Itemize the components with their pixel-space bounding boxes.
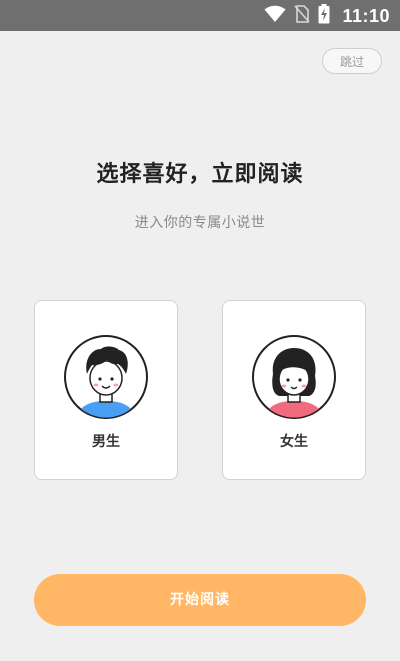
girl-avatar-icon bbox=[251, 334, 337, 420]
battery-charging-icon bbox=[318, 4, 330, 28]
start-reading-button[interactable]: 开始阅读 bbox=[34, 574, 366, 626]
boy-avatar-icon bbox=[63, 334, 149, 420]
gender-card-female[interactable]: 女生 bbox=[222, 300, 366, 480]
gender-label-male: 男生 bbox=[92, 434, 120, 450]
status-icons: 11:10 bbox=[264, 4, 390, 28]
wifi-icon bbox=[264, 5, 286, 27]
no-sim-icon bbox=[294, 5, 311, 27]
skip-button[interactable]: 跳过 bbox=[322, 48, 382, 74]
page-title: 选择喜好，立即阅读 bbox=[96, 162, 304, 187]
status-time: 11:10 bbox=[342, 5, 390, 26]
gender-label-female: 女生 bbox=[280, 434, 308, 450]
status-bar: 11:10 bbox=[0, 0, 400, 31]
gender-card-male[interactable]: 男生 bbox=[34, 300, 178, 480]
page-subtitle: 进入你的专属小说世 bbox=[134, 215, 266, 231]
